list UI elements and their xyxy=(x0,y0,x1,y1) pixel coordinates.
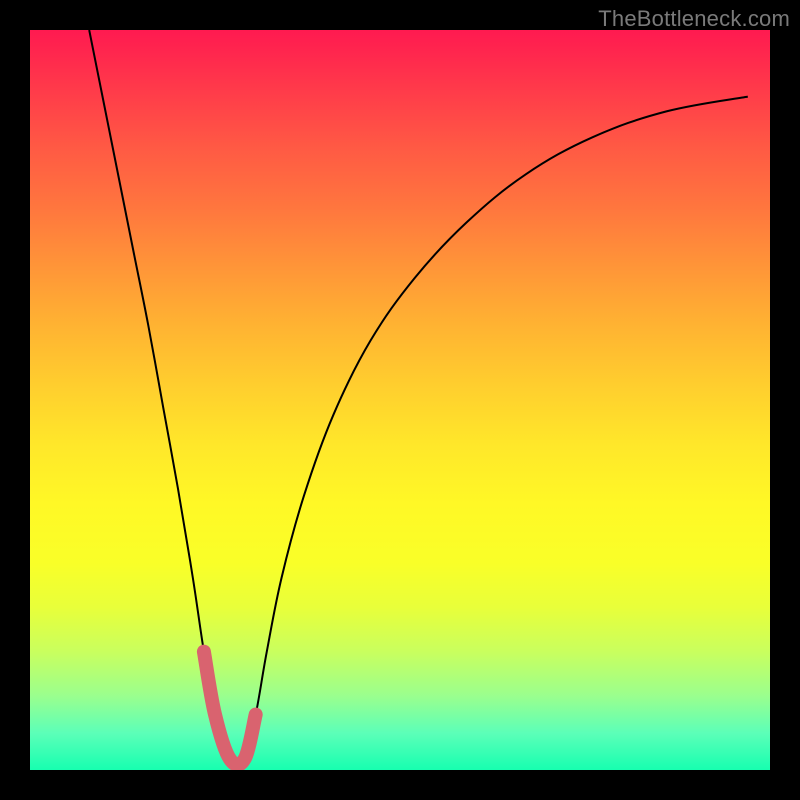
watermark-text: TheBottleneck.com xyxy=(598,6,790,32)
curve-line xyxy=(89,30,748,765)
bottleneck-curve-svg xyxy=(30,30,770,770)
curve-highlight xyxy=(204,652,256,765)
outer-frame: TheBottleneck.com xyxy=(0,0,800,800)
